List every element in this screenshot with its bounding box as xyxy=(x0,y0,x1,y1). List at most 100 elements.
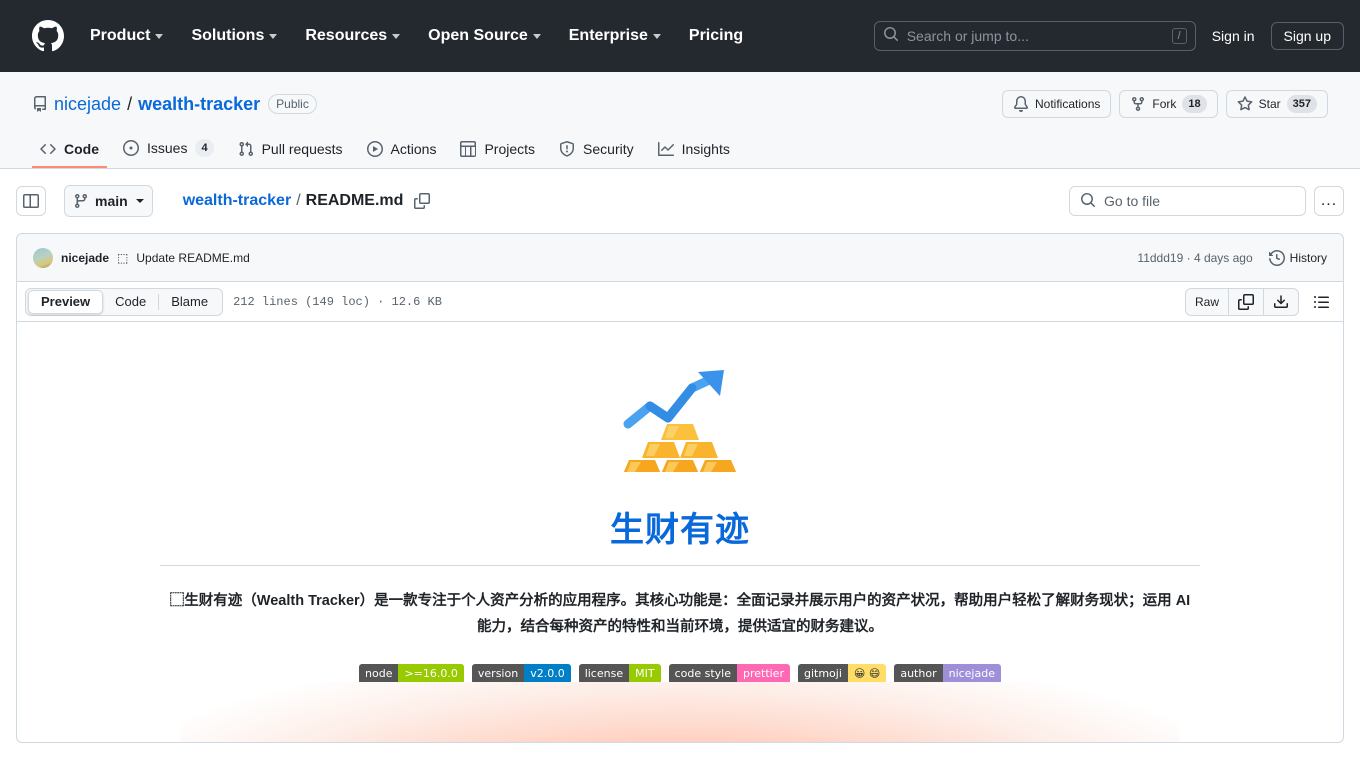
go-to-file-input[interactable]: Go to file xyxy=(1069,186,1306,216)
repo-name-link[interactable]: wealth-tracker xyxy=(138,94,260,115)
search-icon xyxy=(883,26,899,45)
readme-rendered-content: 生财有迹 ⬚生财有迹（Wealth Tracker）是一款专注于个人资产分析的应… xyxy=(17,322,1343,742)
nav-item-resources[interactable]: Resources xyxy=(295,19,410,53)
repo-separator: / xyxy=(127,93,133,114)
raw-button[interactable]: Raw xyxy=(1186,288,1229,315)
copy-path-icon[interactable] xyxy=(414,193,431,209)
outline-list-icon[interactable] xyxy=(1307,288,1335,316)
badge-gitmoji[interactable]: gitmoji 😀 😄 xyxy=(797,664,887,684)
badge-value: prettier xyxy=(736,664,790,684)
nav-item-label: Open Source xyxy=(428,26,528,44)
notifications-button[interactable]: Notifications xyxy=(1002,90,1112,118)
tab-label: Actions xyxy=(390,141,437,157)
file-meta-text: 212 lines (149 loc) · 12.6 KB xyxy=(233,294,442,309)
file-content-box: Preview Code Blame 212 lines (149 loc) ·… xyxy=(16,281,1344,743)
chevron-down-icon xyxy=(532,34,541,39)
chevron-down-icon xyxy=(392,34,401,39)
issue-opened-icon xyxy=(123,140,139,156)
github-mark-icon[interactable] xyxy=(32,19,64,52)
chevron-down-icon xyxy=(155,34,164,39)
tab-pull-requests[interactable]: Pull requests xyxy=(230,134,351,168)
wealth-tracker-logo-icon xyxy=(623,370,737,472)
nav-item-label: Solutions xyxy=(191,26,265,44)
breadcrumb-repo-link[interactable]: wealth-tracker xyxy=(183,192,292,210)
star-icon xyxy=(1237,96,1253,112)
badge-author[interactable]: author nicejade xyxy=(894,664,1001,684)
shield-icon xyxy=(559,141,575,157)
badge-value: >=16.0.0 xyxy=(398,664,464,684)
commit-message-link[interactable]: Update README.md xyxy=(136,251,249,265)
file-navigation-bar: main wealth-tracker / README.md Go to fi… xyxy=(0,169,1360,233)
tab-code[interactable]: Code xyxy=(32,134,107,168)
project-description: ⬚生财有迹（Wealth Tracker）是一款专注于个人资产分析的应用程序。其… xyxy=(169,593,1191,635)
view-blame-button[interactable]: Blame xyxy=(159,290,220,314)
nav-item-enterprise[interactable]: Enterprise xyxy=(559,19,671,53)
nav-item-label: Pricing xyxy=(688,26,744,44)
avatar[interactable] xyxy=(33,247,53,268)
nav-item-label: Product xyxy=(90,26,151,44)
commit-dot-separator: · xyxy=(1186,250,1191,265)
star-button[interactable]: Star 357 xyxy=(1225,90,1328,118)
raw-actions-group: Raw xyxy=(1184,287,1299,316)
badge-label: gitmoji xyxy=(797,664,848,684)
tab-projects[interactable]: Projects xyxy=(452,134,543,168)
repo-icon xyxy=(32,96,48,112)
nav-item-solutions[interactable]: Solutions xyxy=(181,19,287,53)
nav-item-open-source[interactable]: Open Source xyxy=(418,19,551,53)
branch-label: main xyxy=(95,193,128,209)
commit-sha-and-time: 11ddd19 · 4 days ago xyxy=(1137,251,1252,265)
badge-label: node xyxy=(359,664,399,684)
tab-label: Pull requests xyxy=(261,141,343,157)
app-preview-banner xyxy=(180,682,1180,742)
badge-node[interactable]: node >=16.0.0 xyxy=(359,664,464,684)
search-shortcut-key: / xyxy=(1171,27,1187,44)
download-icon[interactable] xyxy=(1264,289,1298,315)
tab-actions[interactable]: Actions xyxy=(359,134,445,168)
badge-license[interactable]: license MIT xyxy=(578,664,661,684)
search-input[interactable]: Search or jump to... / xyxy=(873,20,1196,51)
tab-label: Issues xyxy=(147,140,188,156)
commit-author-link[interactable]: nicejade xyxy=(61,251,109,265)
visibility-badge: Public xyxy=(268,94,317,114)
badge-version[interactable]: version v2.0.0 xyxy=(471,664,571,684)
sign-in-link[interactable]: Sign in xyxy=(1212,28,1255,44)
nav-item-pricing[interactable]: Pricing xyxy=(679,19,753,53)
badge-list: node >=16.0.0 version v2.0.0 license MIT… xyxy=(49,664,1311,684)
history-button[interactable]: History xyxy=(1268,249,1327,266)
badge-code-style[interactable]: code style prettier xyxy=(668,664,790,684)
badge-label: license xyxy=(578,664,630,684)
view-code-button[interactable]: Code xyxy=(103,290,158,314)
badge-value: 😀 😄 xyxy=(847,664,887,684)
star-label: Star xyxy=(1258,97,1281,111)
breadcrumb: wealth-tracker / README.md xyxy=(183,192,431,210)
branch-selector[interactable]: main xyxy=(64,185,153,217)
fork-button[interactable]: Fork 18 xyxy=(1119,90,1218,118)
commit-relative-time: 4 days ago xyxy=(1193,250,1253,265)
badge-label: code style xyxy=(668,664,737,684)
play-icon xyxy=(366,141,383,157)
more-options-button[interactable]: ... xyxy=(1314,186,1344,216)
tab-insights[interactable]: Insights xyxy=(650,134,738,168)
tab-label: Code xyxy=(64,141,99,157)
project-logo xyxy=(49,362,1311,472)
file-toolbar: Preview Code Blame 212 lines (149 loc) ·… xyxy=(17,282,1343,322)
badge-value: v2.0.0 xyxy=(524,664,571,684)
sidebar-expand-icon[interactable] xyxy=(16,186,46,216)
repo-owner-link[interactable]: nicejade xyxy=(54,94,121,115)
tab-issues[interactable]: Issues 4 xyxy=(115,132,222,168)
go-to-file-placeholder: Go to file xyxy=(1104,193,1161,209)
nav-item-product[interactable]: Product xyxy=(80,19,173,53)
tab-security[interactable]: Security xyxy=(551,134,642,168)
global-header-right: Search or jump to... / Sign in Sign up xyxy=(873,20,1344,51)
tab-label: Security xyxy=(583,141,634,157)
repository-header: nicejade / wealth-tracker Public Notific… xyxy=(0,72,1360,169)
nav-item-label: Resources xyxy=(305,26,388,44)
view-preview-button[interactable]: Preview xyxy=(28,289,104,314)
commit-sha[interactable]: 11ddd19 xyxy=(1137,251,1183,265)
commit-message-prefix-glyph: ⬚ xyxy=(117,250,129,265)
repository-title-row: nicejade / wealth-tracker Public Notific… xyxy=(32,88,1328,120)
sign-up-button[interactable]: Sign up xyxy=(1270,21,1344,50)
commit-meta-group: 11ddd19 · 4 days ago History xyxy=(1137,249,1327,266)
copy-icon[interactable] xyxy=(1229,288,1264,315)
breadcrumb-separator: / xyxy=(296,192,301,209)
